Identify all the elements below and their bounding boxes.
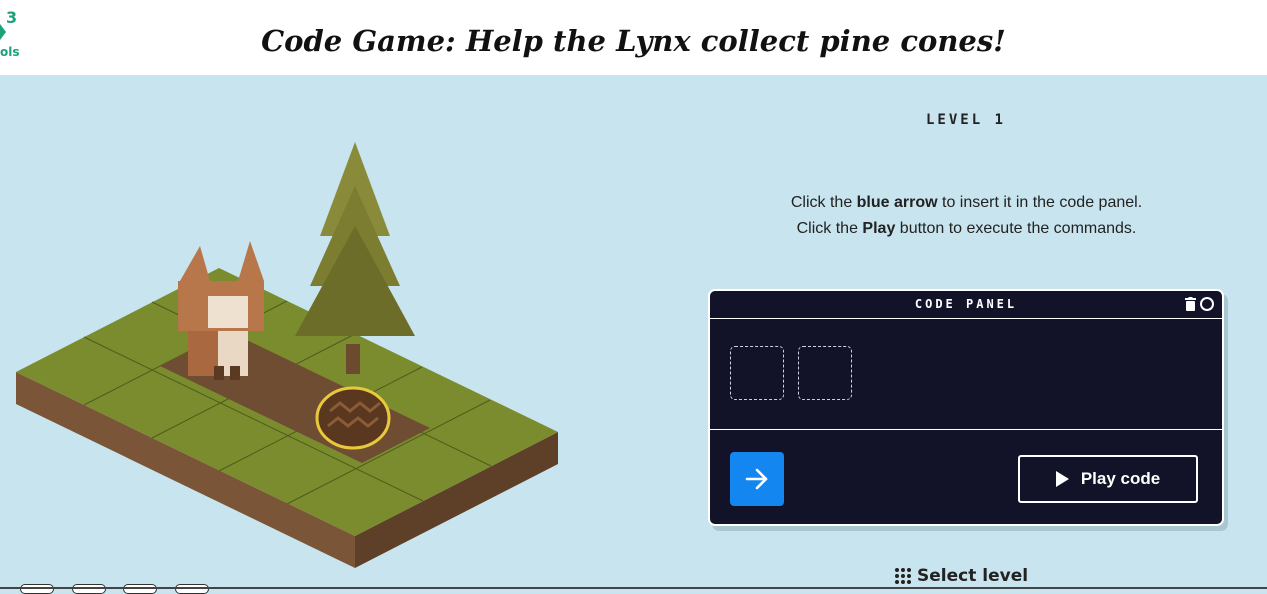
level-pill-1[interactable] [20,584,54,594]
select-level-label: Select level [917,566,1029,586]
level-pill-3[interactable] [123,584,157,594]
page-title: Code Game: Help the Lynx collect pine co… [261,24,1006,58]
code-panel: CODE PANEL Play code [708,289,1224,526]
code-slot-1[interactable] [730,346,784,400]
trash-icon[interactable] [1185,297,1196,311]
instruction-highlight-play: Play [862,220,896,237]
top-bar: 3 ols Code Game: Help the Lynx collect p… [0,0,1267,75]
level-pill-2[interactable] [72,584,106,594]
game-board [16,142,558,568]
arrow-right-icon [745,468,768,490]
grid-icon [895,568,911,584]
code-slot-2[interactable] [798,346,852,400]
instruction-line-2: Click the Play button to execute the com… [796,220,1137,237]
circle-icon[interactable] [1200,297,1214,311]
code-panel-header: CODE PANEL [710,291,1222,319]
level-label: LEVEL 1 [925,112,1006,128]
instruction-line-1: Click the blue arrow to insert it in the… [790,194,1143,211]
play-code-label: Play code [1080,469,1161,488]
level-pill-4[interactable] [175,584,209,594]
arrow-command-button[interactable] [730,452,784,506]
play-icon [1055,471,1069,487]
instructions: Click the blue arrow to insert it in the… [700,190,1233,242]
instruction-highlight-arrow: blue arrow [856,194,938,211]
code-panel-title: CODE PANEL [914,297,1018,311]
play-code-button[interactable]: Play code [1018,455,1198,503]
code-panel-divider [710,429,1222,430]
select-level-button[interactable]: Select level [895,566,1028,586]
pine-cone [315,386,391,450]
